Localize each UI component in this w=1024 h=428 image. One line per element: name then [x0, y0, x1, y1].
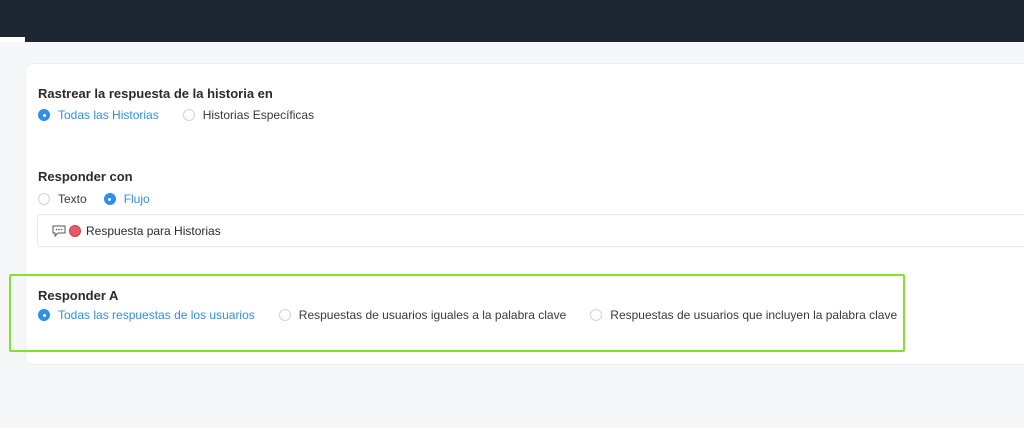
radio-replies-include-keyword[interactable]: Respuestas de usuarios que incluyen la p…	[590, 308, 897, 322]
radio-specific-stories[interactable]: Historias Específicas	[182, 108, 315, 122]
flow-status-badge	[69, 224, 81, 237]
selected-flow-field[interactable]: Respuesta para Historias	[37, 214, 1024, 247]
radio-all-stories[interactable]: Todas las Historias	[38, 108, 159, 122]
radio-label: Texto	[58, 192, 87, 206]
radio-unchecked-icon	[38, 193, 50, 205]
radio-unchecked-icon	[182, 109, 195, 121]
radio-text[interactable]: Texto	[38, 192, 87, 206]
chat-icon	[52, 225, 66, 237]
radio-group-reply-to: Todas las respuestas de los usuarios Res…	[38, 308, 897, 322]
radio-replies-equal-keyword[interactable]: Respuestas de usuarios iguales a la pala…	[278, 308, 567, 322]
section-title-track-story: Rastrear la respuesta de la historia en	[38, 86, 273, 101]
radio-unchecked-icon	[590, 309, 603, 321]
radio-checked-icon	[103, 193, 116, 205]
section-title-reply-to: Responder A	[38, 288, 119, 303]
radio-all-user-replies[interactable]: Todas las respuestas de los usuarios	[38, 308, 255, 322]
radio-unchecked-icon	[278, 309, 291, 321]
radio-label: Respuestas de usuarios que incluyen la p…	[610, 308, 898, 322]
radio-flow[interactable]: Flujo	[103, 192, 150, 206]
radio-label: Todas las respuestas de los usuarios	[58, 308, 255, 322]
radio-label: Respuestas de usuarios iguales a la pala…	[298, 308, 567, 322]
radio-label: Flujo	[123, 192, 150, 206]
radio-group-track-story: Todas las Historias Historias Específica…	[38, 108, 314, 122]
active-tab-indicator	[0, 37, 25, 42]
radio-label: Historias Específicas	[202, 108, 315, 122]
section-title-reply-with: Responder con	[38, 169, 133, 184]
radio-group-reply-with: Texto Flujo	[38, 192, 150, 206]
top-navbar	[0, 0, 1024, 42]
radio-checked-icon	[38, 109, 50, 121]
radio-label: Todas las Historias	[58, 108, 159, 122]
flow-name: Respuesta para Historias	[86, 223, 221, 238]
radio-checked-icon	[38, 309, 50, 321]
